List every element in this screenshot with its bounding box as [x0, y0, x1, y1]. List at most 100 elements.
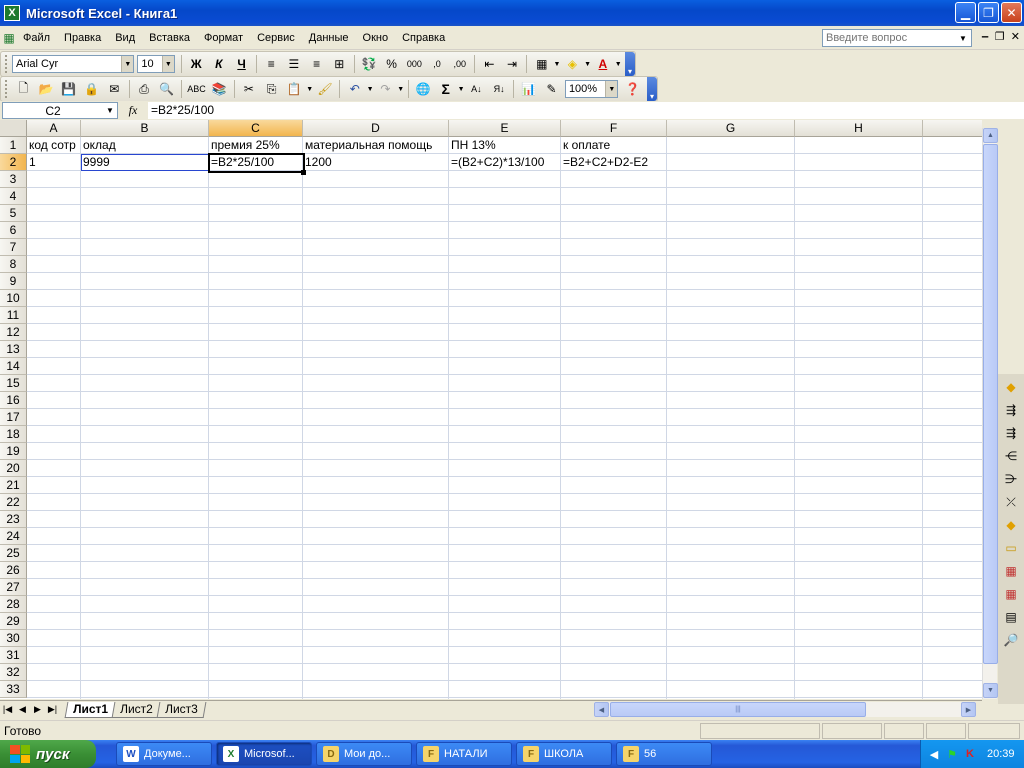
chevron-down-icon[interactable]: ▼: [553, 61, 561, 68]
row-header-28[interactable]: 28: [0, 596, 27, 613]
new-document-icon[interactable]: 🗋: [12, 78, 35, 100]
increase-indent-icon[interactable]: ⇥: [501, 53, 524, 75]
chevron-down-icon[interactable]: ▼: [457, 86, 465, 93]
row-header-27[interactable]: 27: [0, 579, 27, 596]
trace-error-icon[interactable]: ◆: [1002, 516, 1020, 534]
cell-f1[interactable]: к оплате: [561, 137, 667, 154]
name-box[interactable]: C2 ▼: [2, 102, 118, 119]
cell-c1[interactable]: премия 25%: [209, 137, 303, 154]
row-header-1[interactable]: 1: [0, 137, 27, 154]
column-header-h[interactable]: H: [795, 120, 923, 137]
previous-sheet-icon[interactable]: ◀: [15, 704, 30, 715]
currency-icon[interactable]: 💱: [358, 53, 381, 75]
menu-window[interactable]: Окно: [356, 27, 396, 49]
clear-validation-circles-icon[interactable]: ▦: [1002, 585, 1020, 603]
next-sheet-icon[interactable]: ▶: [30, 704, 45, 715]
clock[interactable]: 20:39: [987, 748, 1015, 760]
row-header-21[interactable]: 21: [0, 477, 27, 494]
chevron-down-icon[interactable]: ▼: [103, 106, 117, 115]
taskbar-my-documents[interactable]: D Мои до...: [316, 742, 412, 766]
row-header-19[interactable]: 19: [0, 443, 27, 460]
excel-app-icon[interactable]: X: [4, 5, 20, 21]
row-header-16[interactable]: 16: [0, 392, 27, 409]
paste-icon[interactable]: 📋: [283, 78, 306, 100]
chevron-down-icon[interactable]: ▼: [306, 86, 314, 93]
permission-icon[interactable]: 🔒: [80, 78, 103, 100]
row-header-10[interactable]: 10: [0, 290, 27, 307]
name-box-value[interactable]: C2: [3, 104, 103, 118]
row-header-32[interactable]: 32: [0, 664, 27, 681]
chevron-down-icon[interactable]: ▼: [366, 86, 374, 93]
column-header-b[interactable]: B: [81, 120, 209, 137]
row-header-8[interactable]: 8: [0, 256, 27, 273]
smart-tag-icon[interactable]: ◆: [1002, 378, 1020, 396]
save-icon[interactable]: 💾: [57, 78, 80, 100]
column-header-d[interactable]: D: [303, 120, 449, 137]
taskbar-folder-natali[interactable]: F НАТАЛИ: [416, 742, 512, 766]
row-header-4[interactable]: 4: [0, 188, 27, 205]
scroll-up-icon[interactable]: ▲: [983, 128, 998, 143]
help-question-box[interactable]: ▼: [822, 29, 972, 47]
cut-icon[interactable]: ✂: [238, 78, 261, 100]
sort-ascending-icon[interactable]: A↓: [465, 78, 488, 100]
row-header-30[interactable]: 30: [0, 630, 27, 647]
workbook-minimize-button[interactable]: ‒: [981, 30, 989, 43]
cell-a2[interactable]: 1: [27, 154, 81, 171]
row-header-25[interactable]: 25: [0, 545, 27, 562]
row-header-14[interactable]: 14: [0, 358, 27, 375]
row-header-18[interactable]: 18: [0, 426, 27, 443]
email-icon[interactable]: ✉: [103, 78, 126, 100]
chevron-down-icon[interactable]: ▼: [605, 81, 618, 97]
minimize-button[interactable]: ▁: [955, 2, 976, 23]
autosum-icon[interactable]: Σ: [434, 78, 457, 100]
sheet-tab-1[interactable]: Лист1: [64, 701, 117, 718]
row-header-23[interactable]: 23: [0, 511, 27, 528]
row-header-13[interactable]: 13: [0, 341, 27, 358]
drawing-icon[interactable]: ✎: [540, 78, 563, 100]
tray-back-icon[interactable]: ◀: [927, 747, 941, 761]
menu-format[interactable]: Формат: [197, 27, 250, 49]
show-watch-window-icon[interactable]: ▤: [1002, 608, 1020, 626]
fill-handle[interactable]: [301, 170, 306, 175]
horizontal-scrollbar[interactable]: ◀ ||| ▶: [594, 702, 976, 717]
circle-invalid-data-icon[interactable]: ▦: [1002, 562, 1020, 580]
sheet-tab-3[interactable]: Лист3: [156, 701, 206, 718]
menu-file[interactable]: Файл: [16, 27, 57, 49]
row-header-2[interactable]: 2: [0, 154, 27, 171]
new-comment-icon[interactable]: ▭: [1002, 539, 1020, 557]
formula-input[interactable]: =B2*25/100: [148, 102, 1024, 119]
align-left-icon[interactable]: ≡: [260, 53, 283, 75]
underline-button[interactable]: Ч: [230, 53, 253, 75]
scroll-right-icon[interactable]: ▶: [961, 702, 976, 717]
row-header-11[interactable]: 11: [0, 307, 27, 324]
row-header-9[interactable]: 9: [0, 273, 27, 290]
row-header-3[interactable]: 3: [0, 171, 27, 188]
chevron-down-icon[interactable]: ▼: [161, 56, 174, 72]
row-header-17[interactable]: 17: [0, 409, 27, 426]
chart-wizard-icon[interactable]: 📊: [517, 78, 540, 100]
row-header-7[interactable]: 7: [0, 239, 27, 256]
toolbar-grip[interactable]: [5, 55, 8, 73]
row-header-33[interactable]: 33: [0, 681, 27, 698]
research-icon[interactable]: 📚: [208, 78, 231, 100]
close-button[interactable]: ✕: [1001, 2, 1022, 23]
insert-function-button[interactable]: fx: [118, 103, 148, 118]
taskbar-folder-shkola[interactable]: F ШКОЛА: [516, 742, 612, 766]
spelling-icon[interactable]: ABC: [185, 78, 208, 100]
horizontal-scroll-thumb[interactable]: |||: [610, 702, 866, 717]
print-icon[interactable]: ⎙: [133, 78, 156, 100]
cell-e2[interactable]: =(B2+C2)*13/100: [449, 154, 561, 171]
taskbar-excel[interactable]: X Microsof...: [216, 742, 312, 766]
chevron-down-icon[interactable]: ▼: [584, 61, 592, 68]
hyperlink-icon[interactable]: 🌐: [412, 78, 435, 100]
cell-f2[interactable]: =B2+C2+D2-E2: [561, 154, 667, 171]
toolbar-grip[interactable]: [5, 80, 8, 98]
borders-icon[interactable]: ▦: [530, 53, 553, 75]
chevron-down-icon[interactable]: ▼: [614, 61, 622, 68]
last-sheet-icon[interactable]: ▶|: [45, 704, 60, 715]
align-center-icon[interactable]: ☰: [283, 53, 306, 75]
evaluate-formula-icon[interactable]: 🔎: [1002, 631, 1020, 649]
scroll-down-icon[interactable]: ▼: [983, 683, 998, 698]
toolbar-options-button[interactable]: ▾: [647, 77, 657, 101]
increase-decimal-icon[interactable]: ,0: [426, 53, 449, 75]
